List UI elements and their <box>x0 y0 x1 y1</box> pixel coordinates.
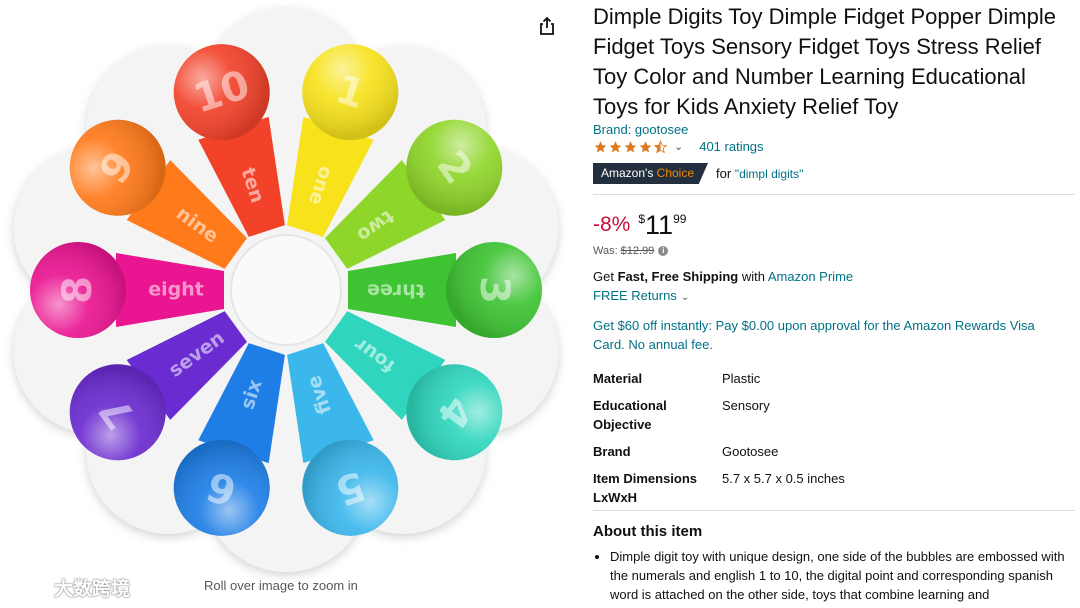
product-specs-table: Material Plastic Educational Objective S… <box>593 369 1073 515</box>
price: $ 11 99 <box>638 210 686 240</box>
spec-value: 5.7 x 5.7 x 0.5 inches <box>722 471 845 486</box>
amazons-choice-row: Amazon's Choice for "dimpl digits" <box>593 163 803 184</box>
star-rating[interactable] <box>593 139 668 154</box>
rating-count-link[interactable]: 401 ratings <box>699 139 763 154</box>
price-whole: 11 <box>645 210 674 240</box>
spec-row: Educational Objective Sensory <box>593 396 1073 442</box>
list-item: Dimple digit toy with unique design, one… <box>610 547 1072 604</box>
about-bullets: Dimple digit toy with unique design, one… <box>593 547 1072 604</box>
center-button[interactable] <box>230 234 342 346</box>
brand-link[interactable]: Brand: gootosee <box>593 122 688 137</box>
price-row: -8% $ 11 99 <box>593 210 686 240</box>
image-pane: one 1 two 2 three 3 four 4 five 5 six 6 seven 7 eight 8… <box>0 0 578 608</box>
was-label: Was: <box>593 245 618 257</box>
badge-highlight: Choice <box>656 166 695 180</box>
share-button[interactable] <box>530 10 564 42</box>
shipping-get: Get <box>593 269 614 284</box>
spec-row: Material Plastic <box>593 369 1073 396</box>
was-price-row: Was: $12.99 i <box>593 245 669 257</box>
divider <box>593 510 1075 511</box>
chevron-down-icon: ⌄ <box>680 292 690 303</box>
star-icon <box>594 140 607 152</box>
discount-percent: -8% <box>593 213 631 236</box>
spec-key: Item Dimensions LxWxH <box>593 471 698 505</box>
spec-row: Item Dimensions LxWxH 5.7 x 5.7 x 0.5 in… <box>593 469 1073 515</box>
choice-for-text: for "dimpl digits" <box>716 166 803 181</box>
shipping-with: with <box>741 269 765 284</box>
half-star-icon <box>653 139 668 153</box>
choice-for-label: for <box>716 166 732 181</box>
spec-row: Brand Gootosee <box>593 442 1073 469</box>
was-price: $12.99 <box>620 245 655 257</box>
rating-row: ⌄ 401 ratings <box>593 139 764 154</box>
petal-word: eight <box>148 279 204 301</box>
petal-number: 8 <box>55 276 101 304</box>
product-title: Dimple Digits Toy Dimple Fidget Popper D… <box>593 4 1056 119</box>
divider <box>593 194 1075 195</box>
amazons-choice-badge[interactable]: Amazon's Choice <box>593 163 709 184</box>
price-fraction: 99 <box>673 212 687 226</box>
spec-key: Brand <box>593 444 631 459</box>
amazon-prime-link[interactable]: Amazon Prime <box>768 269 853 284</box>
spec-value: Gootosee <box>722 444 779 459</box>
free-returns-link[interactable]: FREE Returns ⌄ <box>593 288 689 303</box>
share-icon <box>540 16 554 35</box>
spec-key: Educational Objective <box>593 398 667 432</box>
shipping-fast: Fast, Free Shipping <box>617 269 739 284</box>
shipping-info: Get Fast, Free Shipping with Amazon Prim… <box>593 269 853 284</box>
star-icon <box>624 140 637 152</box>
star-icon <box>639 140 652 152</box>
spec-value: Plastic <box>722 371 761 386</box>
free-returns-label: FREE Returns <box>593 288 677 303</box>
petal-number: 3 <box>471 276 517 304</box>
chevron-down-icon[interactable]: ⌄ <box>674 140 683 153</box>
rewards-visa-promo-link[interactable]: Get $60 off instantly: Pay $0.00 upon ap… <box>593 316 1063 354</box>
petal-word: three <box>367 280 425 302</box>
watermark-text: 大数跨境 <box>54 579 131 600</box>
watermark: 大数跨境 <box>8 574 130 601</box>
spec-key: Material <box>593 371 643 386</box>
price-currency: $ <box>638 212 646 226</box>
product-image[interactable]: one1two2three 3four4five5six6seven7eight8… <box>0 0 578 608</box>
spec-value: Sensory <box>722 398 770 413</box>
choice-keyword-link[interactable]: "dimpl digits" <box>735 167 804 181</box>
about-heading: About this item <box>593 523 703 540</box>
info-icon[interactable]: i <box>658 246 669 256</box>
watermark-logo-icon <box>9 578 49 598</box>
zoom-hint: Roll over image to zoom in <box>204 578 358 593</box>
badge-prefix: Amazon's <box>601 166 657 180</box>
star-icon <box>609 140 622 152</box>
